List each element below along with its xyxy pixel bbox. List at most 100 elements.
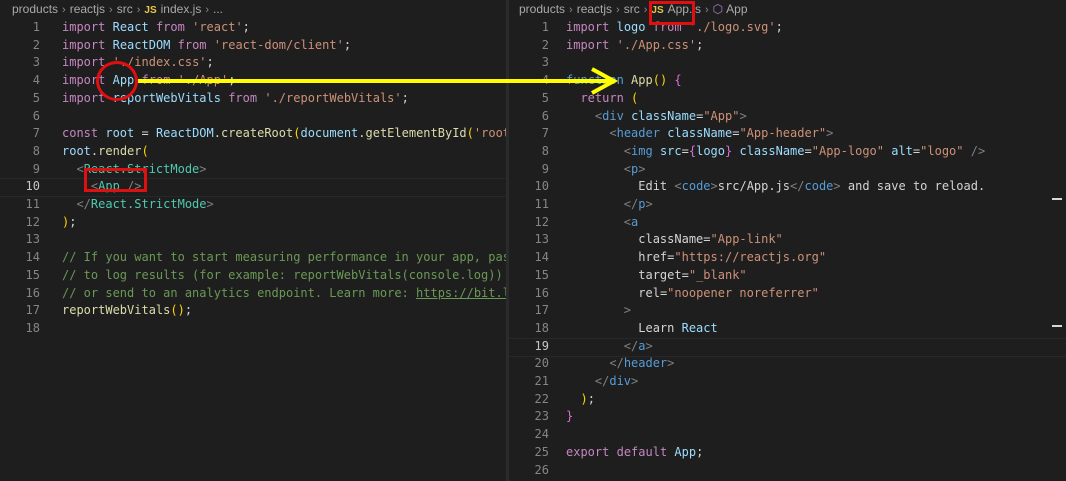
code-text: export default App; [566, 444, 704, 459]
code-line[interactable]: 8 root.render( [0, 143, 506, 160]
line-number: 1 [541, 20, 549, 34]
chevron-right-icon: › [569, 4, 573, 16]
line-number: 14 [25, 250, 40, 265]
code-line[interactable]: 6 <div className="App"> [509, 108, 1066, 125]
breadcrumb-item[interactable]: reactjs [70, 2, 105, 16]
code-line[interactable]: 15 // to log results (for example: report… [0, 267, 506, 284]
line-number: 18 [534, 320, 549, 335]
code-text: rel="noopener noreferrer" [638, 285, 819, 300]
line-number: 4 [541, 73, 549, 88]
code-line[interactable]: 23} [509, 408, 1066, 425]
line-number: 20 [534, 356, 549, 371]
line-number: 18 [25, 320, 40, 335]
line-number: 1 [32, 20, 40, 34]
chevron-right-icon: › [616, 4, 620, 16]
code-text: ); [62, 214, 77, 229]
line-number: 13 [25, 232, 40, 247]
code-line[interactable]: 26 [509, 462, 1066, 479]
line-number: 11 [534, 197, 549, 211]
code-line[interactable]: 12); [0, 214, 506, 231]
code-line[interactable]: 2 import './App.css'; [509, 37, 1066, 54]
code-text: function App() { [566, 73, 682, 88]
breadcrumb-item[interactable]: src [117, 2, 133, 16]
code-line[interactable]: 20 </header> [509, 355, 1066, 372]
breadcrumb: products › reactjs › src › JS App.js › ⬡ App [509, 0, 1066, 18]
code-line[interactable]: 18 Learn React [509, 320, 1066, 337]
code-line[interactable]: 7 <header className="App-header"> [509, 125, 1066, 142]
symbol-method-icon: ⬡ [712, 2, 724, 16]
code-text: target="_blank" [638, 267, 747, 282]
code-text: return ( [580, 90, 639, 105]
code-line[interactable]: 18 [0, 320, 506, 337]
breadcrumb-item[interactable]: reactjs [577, 2, 612, 16]
code-line[interactable]: 4 import App from './App'; [0, 72, 506, 89]
annotation-circle [96, 61, 138, 101]
line-number: 9 [541, 161, 549, 176]
code-text: <a [623, 214, 639, 229]
code-line[interactable]: 3 import './index.css'; [0, 54, 506, 71]
code-text: import React from 'react'; [62, 20, 250, 34]
code-text: Learn React [638, 320, 718, 335]
code-line[interactable]: 12 <a [509, 214, 1066, 231]
code-line[interactable]: 11 </p> [509, 196, 1066, 213]
line-number: 17 [534, 303, 549, 318]
code-line[interactable]: 10 Edit <code>src/App.js</code> and save… [509, 178, 1066, 195]
line-number: 9 [32, 161, 40, 176]
code-line[interactable]: 5 import reportWebVitals from './reportWe… [0, 90, 506, 107]
code-line[interactable]: 17 reportWebVitals(); [0, 302, 506, 319]
annotation-box [649, 1, 695, 25]
code-line[interactable]: 10 <App /> [0, 178, 506, 198]
code-line[interactable]: 5 return ( [509, 90, 1066, 107]
code-line[interactable]: 1 import logo from './logo.svg'; [509, 19, 1066, 36]
code-line[interactable]: 15 target="_blank" [509, 267, 1066, 284]
code-line[interactable]: 22 ); [509, 391, 1066, 408]
code-line[interactable]: 3 [509, 54, 1066, 71]
breadcrumb-symbol[interactable]: App [726, 2, 747, 16]
code-line[interactable]: 19 </a> [509, 337, 1066, 357]
code-line[interactable]: 6 [0, 108, 506, 125]
code-line[interactable]: 4 function App() { [509, 72, 1066, 89]
code-text: </div> [594, 374, 639, 388]
code-line[interactable]: 9 <p> [509, 161, 1066, 178]
code-line[interactable]: 7 const root = ReactDOM.createRoot(docume… [0, 125, 506, 142]
code-line[interactable]: 17 > [509, 302, 1066, 319]
code-line[interactable]: 16 rel="noopener noreferrer" [509, 285, 1066, 302]
code-text: <img src={logo} className="App-logo" alt… [623, 143, 986, 158]
chevron-right-icon: › [643, 4, 648, 16]
annotation-box [84, 168, 147, 192]
line-number: 19 [534, 338, 549, 353]
breadcrumb-item[interactable]: products [519, 2, 565, 16]
code-line[interactable]: 9 <React.StrictMode> [0, 161, 506, 178]
chevron-right-icon: › [62, 4, 66, 16]
line-number: 13 [534, 232, 549, 247]
code-text: <header className="App-header"> [609, 126, 834, 141]
breadcrumb-item[interactable]: ... [213, 2, 223, 16]
code-text: className="App-link" [638, 232, 783, 247]
code-text: root.render( [62, 143, 149, 158]
code-line[interactable]: 8 <img src={logo} className="App-logo" a… [509, 143, 1066, 160]
line-number: 12 [534, 214, 549, 229]
chevron-right-icon: › [109, 4, 113, 16]
code-line[interactable]: 25 export default App; [509, 444, 1066, 461]
code-line[interactable]: 21 </div> [509, 373, 1066, 390]
line-number: 6 [541, 108, 549, 123]
code-line[interactable]: 14 href="https://reactjs.org" [509, 249, 1066, 266]
breadcrumb-item[interactable]: products [12, 2, 58, 16]
code-line[interactable]: 2 import ReactDOM from 'react-dom/client'… [0, 37, 506, 54]
left-editor-pane[interactable]: products › reactjs › src › JS index.js ›... 1 imp… [0, 0, 506, 481]
line-number: 5 [32, 90, 40, 105]
code-line[interactable]: 16 // or send to an analytics endpoint. L… [0, 285, 506, 302]
breadcrumb-item[interactable]: src [624, 2, 640, 16]
chevron-right-icon: › [704, 4, 709, 16]
right-editor-pane[interactable]: products › reactjs › src › JS App.js › ⬡ App 1 impo… [509, 0, 1066, 481]
code-text: } [566, 409, 574, 424]
code-line[interactable]: 13 [0, 231, 506, 248]
code-line[interactable]: 11 </React.StrictMode> [0, 196, 506, 213]
code-line[interactable]: 1 import React from 'react'; [0, 19, 506, 36]
code-line[interactable]: 14 // If you want to start measuring perf… [0, 249, 506, 266]
code-text: // If you want to start measuring perfor… [62, 250, 506, 265]
line-number: 10 [534, 179, 549, 194]
breadcrumb-file[interactable]: index.js [161, 2, 202, 16]
code-line[interactable]: 13 className="App-link" [509, 231, 1066, 248]
code-line[interactable]: 24 [509, 426, 1066, 443]
